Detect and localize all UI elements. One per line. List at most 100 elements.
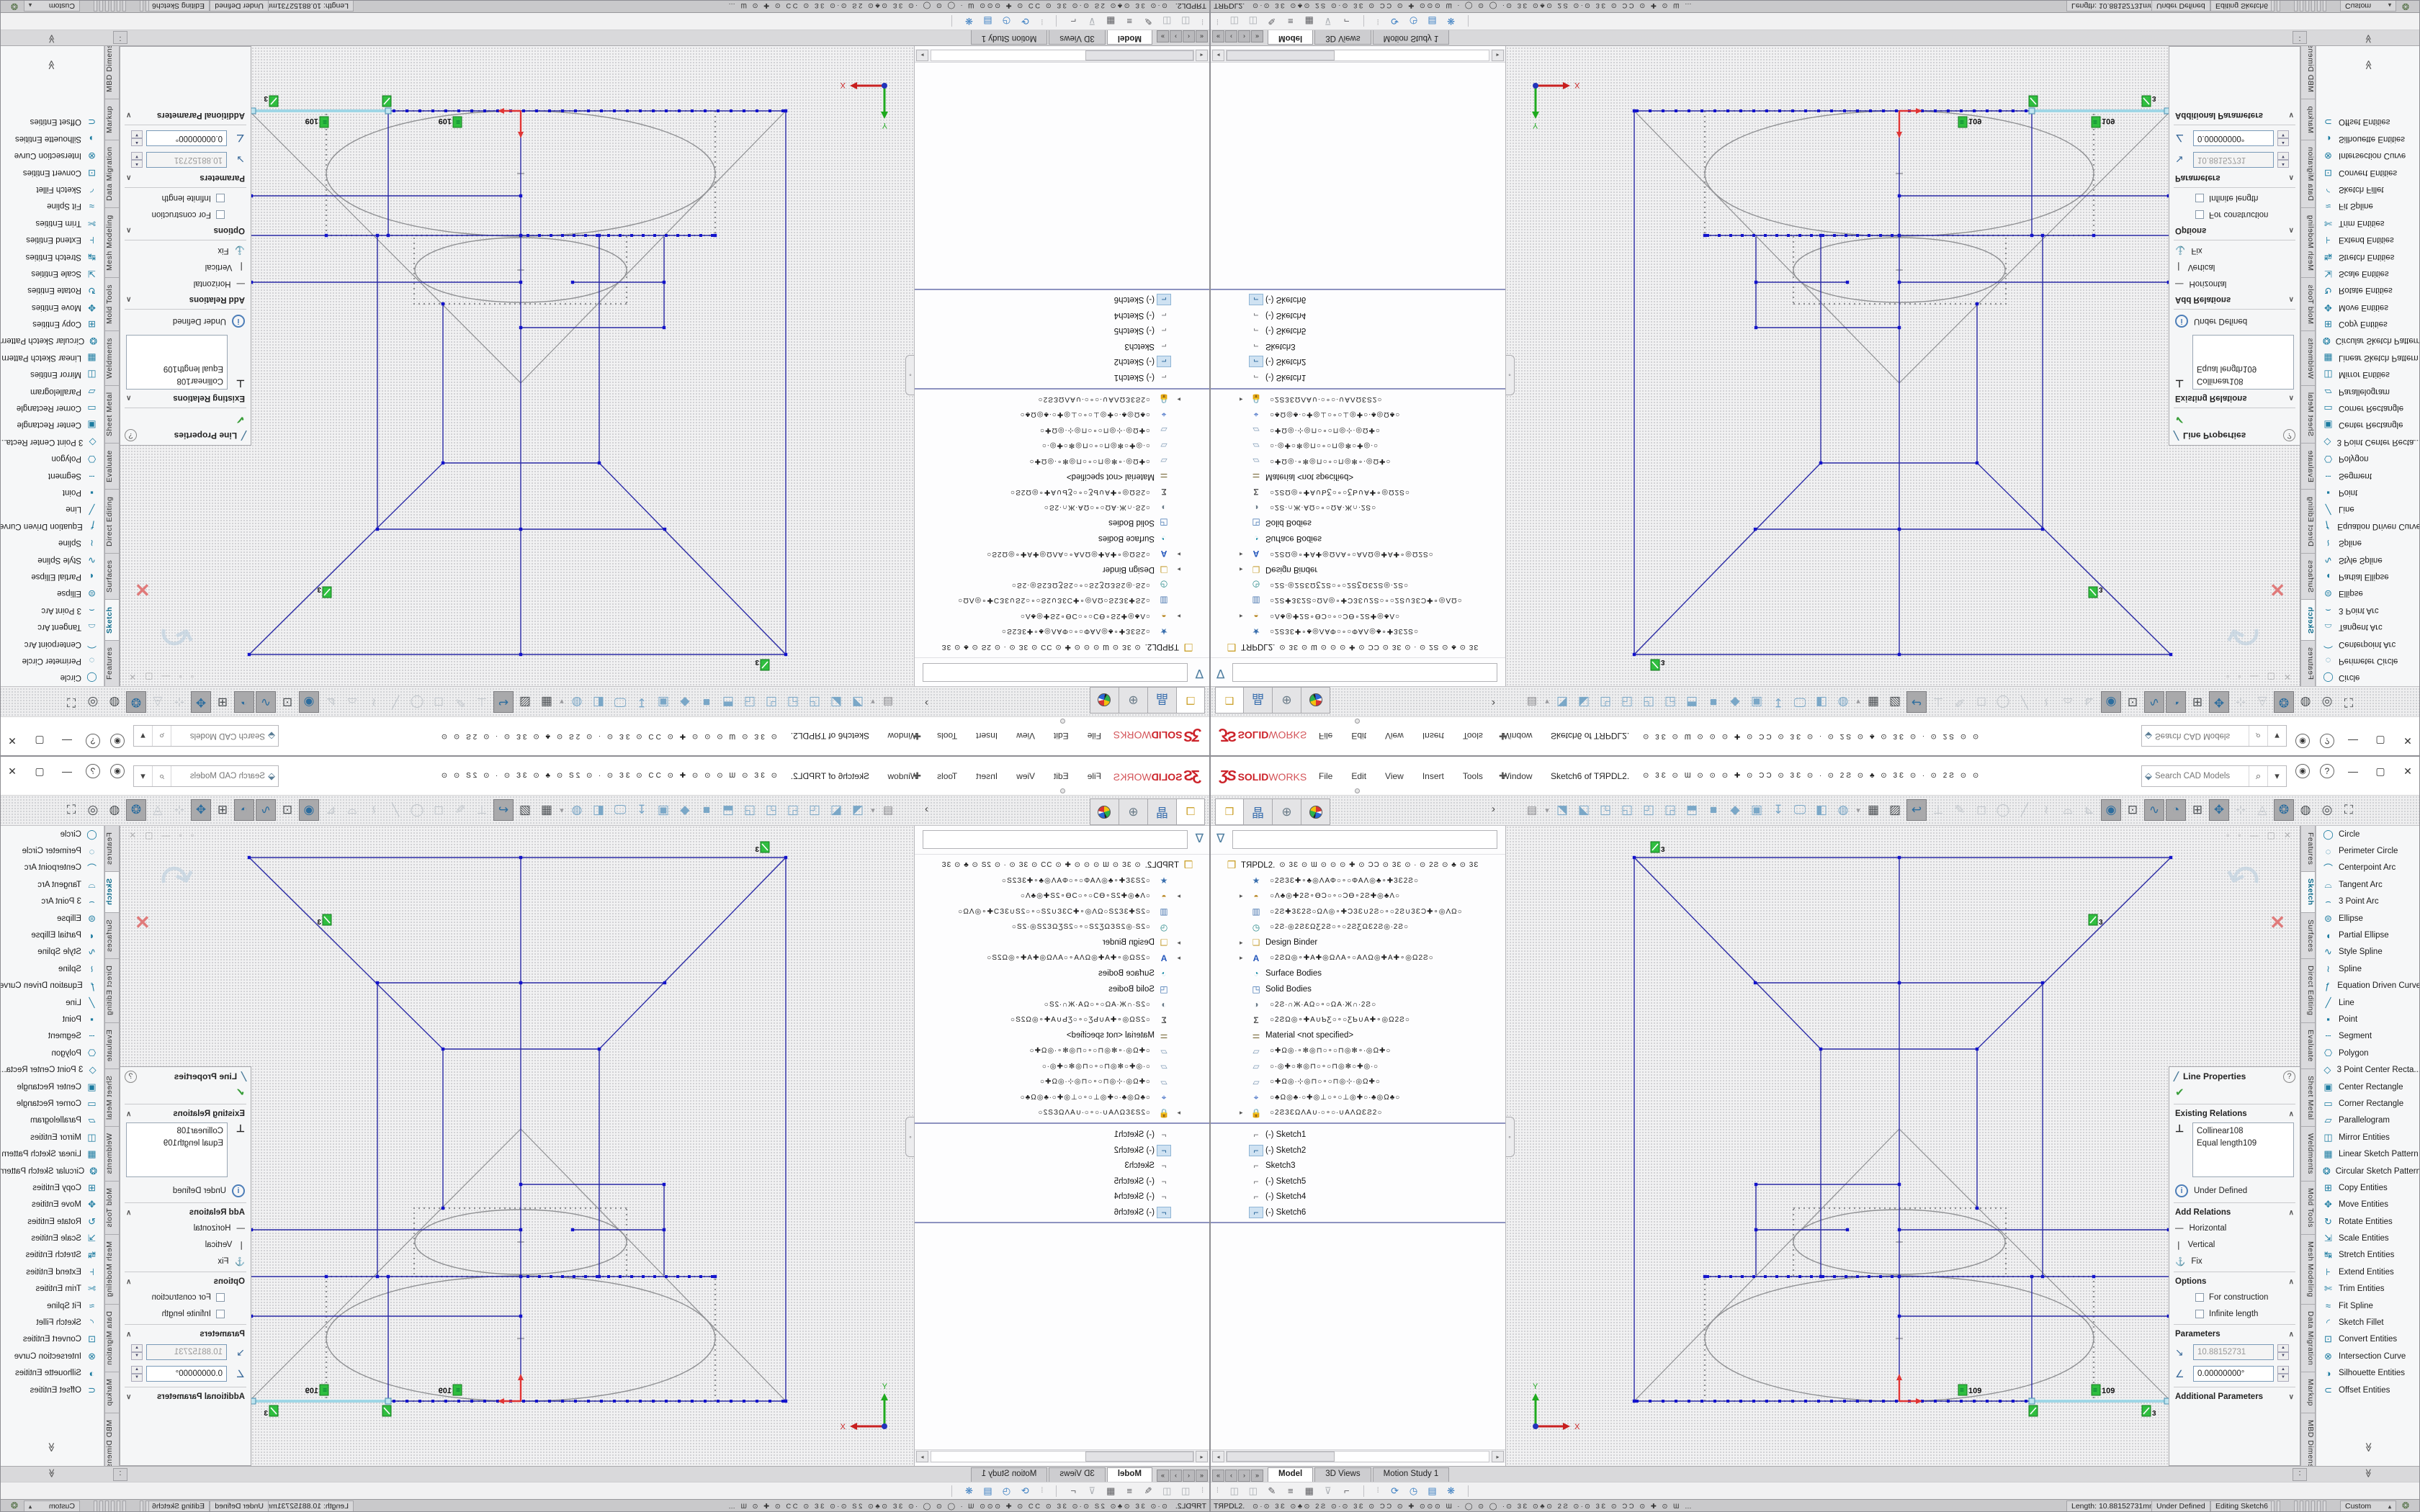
commandmanager-tab-8[interactable]: Mesh Modeling <box>104 1235 120 1305</box>
commandmanager-tab-9[interactable]: Data Migration <box>104 140 120 207</box>
sketch-point[interactable] <box>676 234 679 237</box>
sketch-point[interactable] <box>1819 462 1822 464</box>
filter-funnel-icon[interactable]: ∇ <box>1216 832 1224 846</box>
spin-down-icon[interactable]: ▼ <box>131 1374 143 1382</box>
sketch-point[interactable] <box>1819 1048 1822 1050</box>
tool-item-0[interactable]: ◯Circle <box>2316 826 2420 842</box>
tool-item-11[interactable]: ▪Point <box>0 1011 104 1027</box>
sketch-point[interactable] <box>418 109 421 112</box>
doc-window-control-1[interactable]: ▫ <box>179 672 182 682</box>
display-tool-icon-4[interactable]: ▦ <box>1101 1485 1120 1497</box>
user-account-icon[interactable]: ◉ <box>110 734 125 748</box>
sketch-point[interactable] <box>535 1400 538 1403</box>
sketch-point[interactable] <box>600 109 603 112</box>
commandmanager-tab-7[interactable]: Mold Tools <box>2300 1182 2316 1235</box>
sketch-point[interactable] <box>663 1228 666 1231</box>
tool-item-19[interactable]: ▦Linear Sketch Pattern <box>0 349 104 366</box>
sketch-point[interactable] <box>2041 981 2044 984</box>
search-icon[interactable]: ⌕ <box>2249 766 2267 786</box>
tree-row-16[interactable]: ▸🔒○2Ƨ3ƐΩΛΑ∪∙○∘○∙∪ΑΛΩƐƧ2○ <box>1211 1105 1505 1121</box>
toolbar-icon-21[interactable]: ✎ <box>450 691 470 713</box>
options-header[interactable]: Options∧ <box>2169 1274 2300 1289</box>
sketch-point[interactable] <box>1778 109 1781 112</box>
add-relation-0[interactable]: —Horizontal <box>2169 1220 2300 1236</box>
tool-item-4[interactable]: ⌢3 Point Arc <box>2316 602 2420 618</box>
toolbar-icon-34[interactable]: ⊹ <box>2231 691 2251 713</box>
sketch-point[interactable] <box>538 234 541 237</box>
toolbar-icon-5[interactable]: ◱ <box>783 691 803 713</box>
sketch-point[interactable] <box>784 856 787 859</box>
sketch-point[interactable] <box>1960 109 1963 112</box>
sketch-point[interactable] <box>653 234 656 237</box>
commandmanager-tab-4[interactable]: Evaluate <box>104 1023 120 1069</box>
sketch-point[interactable] <box>1729 1275 1732 1278</box>
filter-input[interactable] <box>923 663 1188 682</box>
toolbar-icon-21[interactable]: ✎ <box>450 799 470 821</box>
sketch-point[interactable] <box>442 462 444 464</box>
tool-item-15[interactable]: ▣Center Rectangle <box>0 417 104 433</box>
sketch-point[interactable] <box>418 1400 421 1403</box>
commandmanager-tab-1[interactable]: Sketch <box>2300 872 2316 912</box>
menu-item-2[interactable]: View <box>1384 768 1405 784</box>
session-tool-icon-1[interactable]: ◷ <box>997 1485 1016 1497</box>
toolbar-icon-23[interactable]: ◯ <box>1993 799 2013 821</box>
toolbar-icon-35[interactable]: ◬ <box>2252 691 2272 713</box>
sketch-point[interactable] <box>1636 109 1639 112</box>
sketch-point[interactable] <box>1895 1400 1898 1403</box>
sketch-point[interactable] <box>1636 1400 1639 1403</box>
sketch-point[interactable] <box>665 1275 668 1278</box>
spin-up-icon[interactable]: ▲ <box>131 1366 143 1374</box>
sketch-point[interactable] <box>519 1183 522 1186</box>
sketch-point[interactable] <box>619 234 622 237</box>
toolbar-icon-27[interactable]: ⊾ <box>321 799 341 821</box>
relation-item-0[interactable]: Collinear108 <box>130 374 223 387</box>
sketch-point[interactable] <box>1787 234 1790 237</box>
sketch-point[interactable] <box>1713 1400 1716 1403</box>
display-tool-icon-3[interactable]: ≡ <box>1120 16 1139 27</box>
sketch-construction-line[interactable] <box>521 1129 786 1401</box>
toolbar-icon-8[interactable]: ⬒ <box>718 691 738 713</box>
minimize-button[interactable]: — <box>58 735 76 747</box>
sketch-point[interactable] <box>1891 1275 1894 1278</box>
add-relation-2[interactable]: ⚓Fix <box>2169 1253 2300 1269</box>
toolbar-icon-19[interactable]: ↩ <box>1906 799 1927 821</box>
toolbar-icon-31[interactable]: ◔ <box>234 799 254 821</box>
sketch-point[interactable] <box>1999 1400 2002 1403</box>
tool-item-30[interactable]: ⊡Convert Entities <box>2316 1331 2420 1348</box>
line-endpoint-handle[interactable] <box>2029 1398 2035 1404</box>
sketch-point[interactable] <box>1739 1400 1742 1403</box>
commandmanager-tab-5[interactable]: Sheet Metal <box>104 385 120 444</box>
units-dropdown[interactable]: Custom▴ <box>2340 1500 2396 1512</box>
commandmanager-tab-7[interactable]: Mold Tools <box>104 1182 120 1235</box>
search-icon[interactable]: ⌕ <box>2249 726 2267 746</box>
tree-row-7[interactable]: ◔Surface Bodies <box>1211 966 1505 982</box>
sketch-point[interactable] <box>1845 1275 1847 1278</box>
toolbar-icon-36[interactable]: ❂ <box>126 691 146 713</box>
sketch-point[interactable] <box>714 234 717 237</box>
tool-item-10[interactable]: ╱Line <box>0 501 104 518</box>
tree-row-1[interactable]: ★○2Ƨ3Ɛ✚∘♣◎ΛΑΦ○∘○ΦΑΛ◎♣∘✚3Ɛ2Ƨ○ <box>915 624 1209 639</box>
option-checkbox-row-0[interactable]: For construction <box>2169 207 2300 223</box>
toolbar-icon-4[interactable]: ◳ <box>1595 799 1615 821</box>
add-relation-2[interactable]: ⚓Fix <box>120 243 251 259</box>
tab-nav-button-2[interactable]: › <box>1170 30 1182 42</box>
sketch-point[interactable] <box>376 1275 379 1278</box>
add-relation-2[interactable]: ⚓Fix <box>2169 243 2300 259</box>
display-tool-icon-6[interactable]: ⌐ <box>1337 16 1356 27</box>
toolbar-icon-39[interactable]: ⛶ <box>2339 691 2359 713</box>
sketch-point[interactable] <box>642 1275 645 1278</box>
sketch-point[interactable] <box>1791 109 1794 112</box>
tool-item-7[interactable]: ∿Style Spline <box>0 552 104 568</box>
toolbar-icon-31[interactable]: ◔ <box>234 691 254 713</box>
sketch-point[interactable] <box>1973 1400 1976 1403</box>
sketch-point[interactable] <box>613 1400 616 1403</box>
tool-item-1[interactable]: ◌Perimeter Circle <box>0 652 104 669</box>
display-tool-icon-6[interactable]: ⌐ <box>1064 16 1083 27</box>
panel-splitter-dot[interactable] <box>1355 719 1360 724</box>
sketch-point[interactable] <box>248 856 251 859</box>
sketch-point[interactable] <box>1976 1207 1978 1210</box>
sketch-point[interactable] <box>598 234 601 237</box>
toolbar-icon-26[interactable]: ⌓ <box>2058 799 2078 821</box>
sketch-point[interactable] <box>2041 528 2044 531</box>
sketch-point[interactable] <box>444 1400 447 1403</box>
